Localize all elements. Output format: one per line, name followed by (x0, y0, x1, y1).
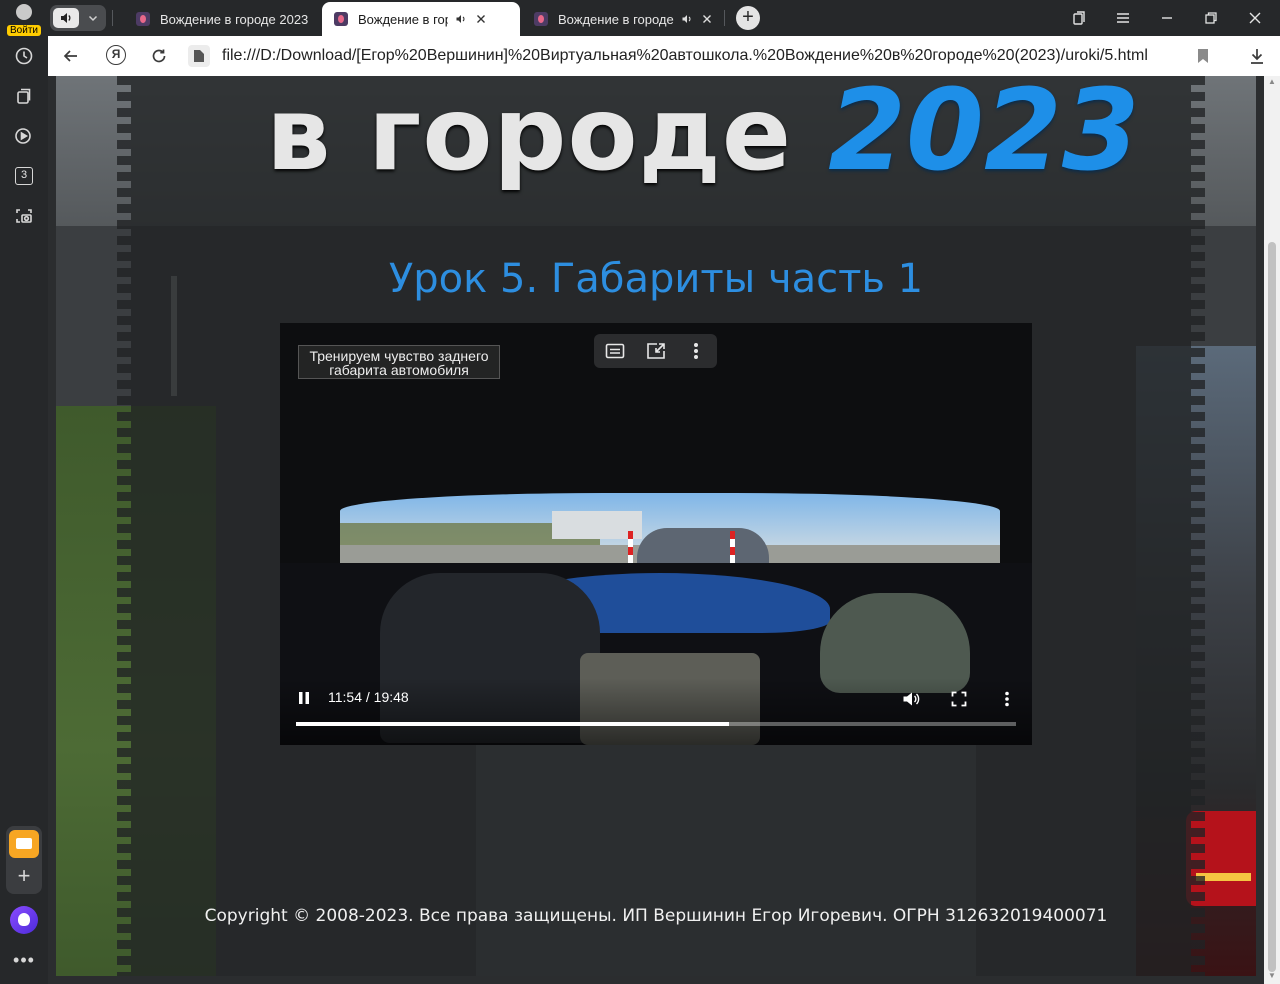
site-logo-title: в городе 2023 (266, 76, 1140, 196)
tab-sound-icon[interactable] (680, 12, 694, 26)
pause-icon[interactable] (294, 688, 314, 708)
tab-2-active[interactable]: Вождение в городе 2023 (322, 2, 520, 36)
fullscreen-icon[interactable] (948, 688, 970, 710)
login-button[interactable]: Войти (4, 2, 44, 36)
copyright-text: Copyright © 2008-2023. Все права защищен… (204, 906, 1108, 926)
browser-sidebar: Войти 3 + ••• (0, 0, 48, 984)
add-icon[interactable]: + (14, 865, 34, 887)
video-options-icon[interactable] (684, 339, 708, 363)
page-scrollbar[interactable]: ▲ ▼ (1264, 76, 1280, 984)
profile-icon (16, 4, 32, 20)
scroll-thumb[interactable] (1268, 242, 1276, 972)
url-text: file:///D:/Download/[Егор%20Вершинин]%20… (222, 47, 1148, 64)
tab-sound-icon[interactable] (454, 12, 468, 26)
close-window-icon[interactable] (1244, 8, 1266, 28)
video-progress-bar[interactable] (296, 722, 1016, 726)
tab-title: Вождение в городе 2023 (160, 11, 309, 27)
tabs-count-icon[interactable]: 3 (15, 167, 33, 185)
new-tab-button[interactable]: + (736, 6, 760, 30)
tab-3[interactable]: Вождение в городе 2023 (522, 2, 720, 36)
favicon-icon (334, 12, 348, 26)
more-options-icon[interactable] (996, 688, 1018, 710)
speaker-icon[interactable] (53, 8, 79, 28)
close-icon[interactable] (474, 12, 488, 26)
media-controls[interactable] (50, 5, 106, 31)
subtitles-icon[interactable] (603, 339, 627, 363)
collections-icon[interactable] (12, 84, 36, 108)
hero-title-city: в городе (266, 76, 793, 194)
apps-panel: + (6, 826, 42, 894)
video-progress-fill (296, 722, 729, 726)
favicon-icon (534, 12, 548, 26)
scroll-down-icon[interactable]: ▼ (1268, 972, 1276, 980)
minimize-icon[interactable] (1156, 8, 1178, 28)
hero-title-year: 2023 (828, 76, 1140, 196)
reload-icon[interactable] (148, 45, 170, 67)
screenshot-icon[interactable] (12, 204, 36, 228)
address-toolbar: Я file:///D:/Download/[Егор%20Вершинин]%… (48, 36, 1280, 76)
video-controls: 11:54 / 19:48 (280, 678, 1032, 745)
menu-icon[interactable] (1112, 8, 1134, 28)
favicon-icon (136, 12, 150, 26)
video-toolbar (594, 334, 717, 368)
tab-separator (724, 10, 725, 26)
picture-in-picture-icon[interactable] (644, 339, 668, 363)
download-icon[interactable] (1246, 45, 1268, 67)
video-icon[interactable] (12, 124, 36, 148)
tab-title: Вождение в городе 2023 (358, 11, 448, 27)
address-field[interactable]: file:///D:/Download/[Егор%20Вершинин]%20… (188, 42, 1208, 70)
back-icon[interactable] (60, 45, 82, 67)
history-icon[interactable] (12, 44, 36, 68)
login-label: Войти (7, 25, 41, 36)
tab-title: Вождение в городе 2023 (558, 11, 674, 27)
video-player[interactable]: Тренируем чувство заднего габарита автом… (280, 323, 1032, 745)
more-icon[interactable]: ••• (12, 950, 36, 970)
tab-bar: Вождение в городе 2023 Вождение в городе… (48, 0, 1280, 36)
close-icon[interactable] (700, 12, 714, 26)
video-time: 11:54 / 19:48 (328, 689, 409, 705)
tab-1[interactable]: Вождение в городе 2023 (124, 2, 320, 36)
yandex-icon[interactable]: Я (106, 45, 126, 65)
chevron-down-icon[interactable] (83, 8, 103, 28)
tab-separator (112, 10, 113, 26)
web-page: в городе 2023 Урок 5. Габариты часть 1 Тр… (56, 76, 1256, 976)
mail-icon[interactable] (9, 830, 39, 858)
video-caption: Тренируем чувство заднего габарита автом… (298, 345, 500, 379)
file-icon (188, 45, 210, 67)
alice-icon[interactable] (10, 906, 38, 934)
scroll-up-icon[interactable]: ▲ (1268, 78, 1276, 86)
bookmark-icon[interactable] (1192, 45, 1214, 67)
lesson-title: Урок 5. Габариты часть 1 (388, 256, 924, 302)
volume-icon[interactable] (900, 688, 922, 710)
bookmarks-panel-icon[interactable] (1068, 8, 1090, 28)
restore-icon[interactable] (1200, 8, 1222, 28)
